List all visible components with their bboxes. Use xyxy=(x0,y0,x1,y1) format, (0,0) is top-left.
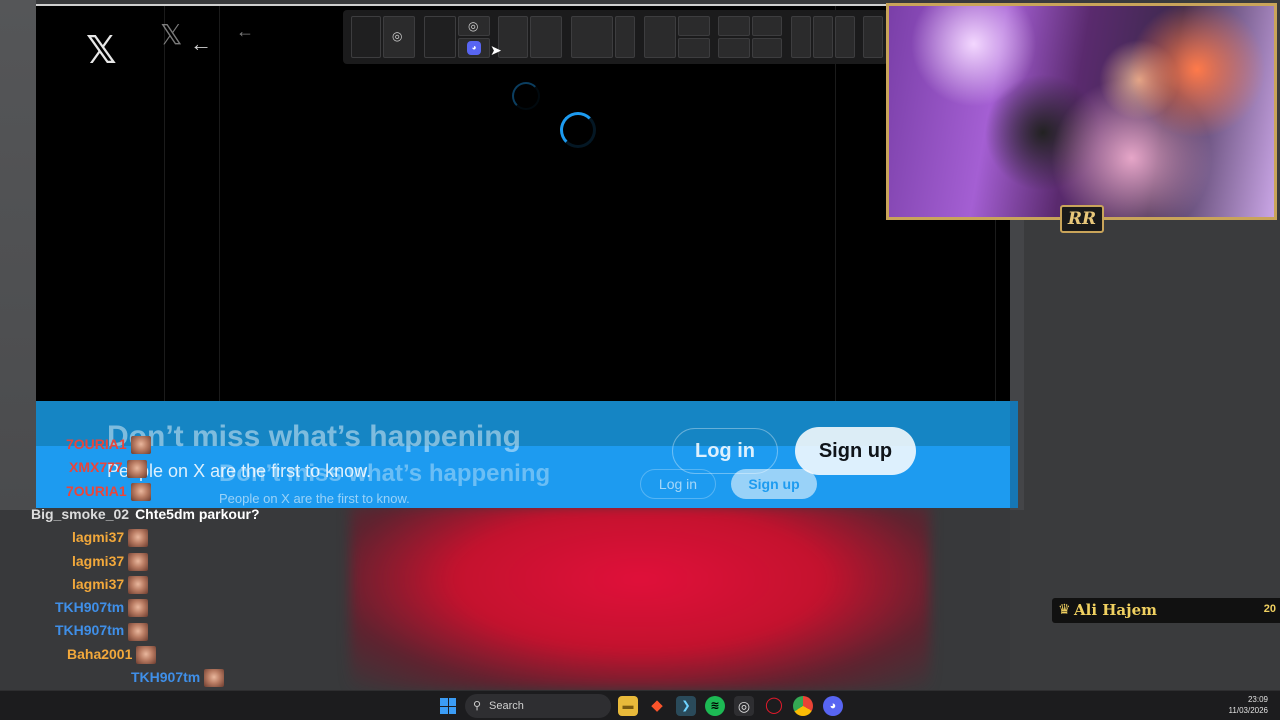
loading-spinner-icon xyxy=(560,112,596,148)
discord-icon: ◕ xyxy=(467,41,481,55)
chat-username: Big_smoke_02 xyxy=(31,505,130,522)
terminal-app-icon[interactable]: ❯ xyxy=(676,696,696,716)
chat-username: Baha2001 xyxy=(67,645,133,662)
window-thumbnail[interactable] xyxy=(718,16,750,36)
banner-headline-ghost: Don’t miss what’s happening xyxy=(219,460,551,487)
obs-icon: ◎ xyxy=(468,19,479,33)
chat-username: TKH907tm xyxy=(131,669,201,685)
opera-browser-icon[interactable]: ◯ xyxy=(764,696,784,716)
window-thumbnail[interactable] xyxy=(678,16,710,36)
window-thumbnail[interactable] xyxy=(498,16,528,58)
back-arrow-ghost-icon: ← xyxy=(236,21,254,41)
x-logo-icon[interactable]: 𝕏 xyxy=(86,28,117,72)
window-thumbnail-discord[interactable]: ◕ xyxy=(458,38,490,58)
chat-message: Big_smoke_02 Chte5dm parkour? xyxy=(31,504,260,524)
chat-emote-icon xyxy=(128,599,149,618)
file-explorer-icon[interactable]: ▬ xyxy=(618,696,638,716)
window-thumbnail[interactable] xyxy=(791,16,811,58)
window-thumbnail[interactable] xyxy=(351,16,381,58)
chat-username: TKH907tm xyxy=(55,622,125,639)
chrome-browser-icon[interactable] xyxy=(793,696,813,716)
chat-message: TKH907tm xyxy=(55,597,149,618)
chat-username: 7OURIA1 xyxy=(66,482,127,499)
chat-message: XMX777 xyxy=(69,457,147,478)
streamer-logo: RR xyxy=(1060,205,1104,233)
chat-message: 7OURIA1 xyxy=(66,481,151,501)
chat-emote-icon xyxy=(128,622,149,641)
window-thumbnail[interactable] xyxy=(718,38,750,58)
chat-username: XMX777 xyxy=(69,459,123,476)
chat-message: Baha2001 xyxy=(67,644,157,664)
mouse-cursor-icon: ➤ xyxy=(490,42,502,58)
obs-icon[interactable]: ◎ xyxy=(734,696,754,716)
window-thumbnail[interactable] xyxy=(813,16,833,58)
loading-spinner-icon xyxy=(512,82,540,110)
window-switcher: ◎ ◎ ◕ xyxy=(343,10,888,64)
window-thumbnail[interactable] xyxy=(644,16,676,58)
chat-message: lagmi37 xyxy=(72,551,149,571)
back-arrow-icon[interactable]: ← xyxy=(190,31,212,57)
banner-headline: Don’t miss what’s happening xyxy=(107,420,521,453)
taskbar-search[interactable]: ⚲ Search xyxy=(465,694,611,718)
chat-username: lagmi37 xyxy=(72,552,125,569)
window-thumbnail[interactable] xyxy=(863,16,883,58)
alert-value: 20 xyxy=(1263,603,1276,615)
window-thumbnail-obs[interactable]: ◎ xyxy=(458,16,490,36)
login-button-ghost[interactable]: Log in xyxy=(640,469,716,499)
window-thumbnail[interactable] xyxy=(615,16,635,58)
chat-message: 7OURIA1 xyxy=(66,434,151,455)
obs-icon: ◎ xyxy=(392,29,403,43)
chat-message: lagmi37 xyxy=(72,527,149,548)
taskbar: ⚲ Search ▬ ◆ ❯ ≋ ◎ ◯ ◕ 23:09 11/03/2026 xyxy=(0,690,1280,720)
discord-icon[interactable]: ◕ xyxy=(823,696,843,716)
search-placeholder: Search xyxy=(489,700,524,712)
windows-start-icon[interactable] xyxy=(440,698,456,714)
chat-username: lagmi37 xyxy=(72,529,125,546)
webcam-overlay xyxy=(886,3,1277,220)
clock-date: 11/03/2026 xyxy=(1228,706,1268,715)
chat-text: Chte5dm parkour? xyxy=(135,505,260,522)
chat-username: TKH907tm xyxy=(55,599,125,616)
chat-message: TKH907tm xyxy=(131,667,225,688)
alert-name: Ali Hajem xyxy=(1074,601,1157,619)
chat-emote-icon xyxy=(128,576,149,595)
chat-emote-icon xyxy=(130,436,151,455)
leaderboard-alert: ♛ Ali Hajem 20 xyxy=(1052,598,1280,623)
chat-emote-icon xyxy=(204,669,225,688)
window-thumbnail[interactable] xyxy=(424,16,456,58)
chat-message: TKH907tm xyxy=(55,620,149,641)
chat-emote-icon xyxy=(136,645,157,664)
window-thumbnail[interactable] xyxy=(530,16,562,58)
window-thumbnail[interactable] xyxy=(678,38,710,58)
chat-username: 7OURIA1 xyxy=(66,436,127,452)
chat-emote-icon xyxy=(128,529,149,548)
spotify-icon[interactable]: ≋ xyxy=(705,696,725,716)
window-thumbnail[interactable] xyxy=(752,38,782,58)
window-thumbnail-obs[interactable]: ◎ xyxy=(383,16,415,58)
chat-username: lagmi37 xyxy=(72,575,125,592)
signup-button[interactable]: Sign up xyxy=(795,427,916,475)
taskbar-clock[interactable]: 23:09 11/03/2026 xyxy=(1229,694,1268,716)
window-thumbnail[interactable] xyxy=(571,16,613,58)
window-thumbnail[interactable] xyxy=(835,16,855,58)
chat-emote-icon xyxy=(130,482,151,501)
chat-emote-icon xyxy=(128,552,149,571)
signup-button-ghost[interactable]: Sign up xyxy=(731,469,817,499)
chat-message: lagmi37 xyxy=(72,574,149,595)
clock-time: 23:09 xyxy=(1247,695,1268,704)
window-thumbnail[interactable] xyxy=(752,16,782,36)
chat-emote-icon xyxy=(126,459,147,478)
brave-browser-icon[interactable]: ◆ xyxy=(647,696,667,716)
background-left-strip xyxy=(0,0,36,510)
x-logo-ghost-icon: 𝕏 xyxy=(160,18,183,51)
search-icon: ⚲ xyxy=(473,700,482,712)
background-blur-red xyxy=(350,505,930,690)
login-button[interactable]: Log in xyxy=(672,428,778,474)
trophy-icon: ♛ xyxy=(1058,601,1071,617)
